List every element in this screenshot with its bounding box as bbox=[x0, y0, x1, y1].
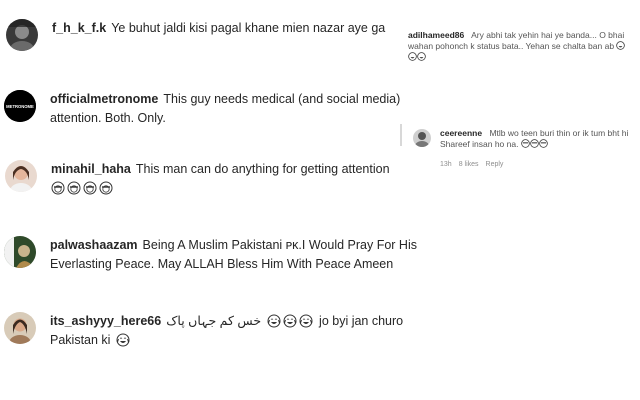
tears-of-joy-icon bbox=[299, 314, 313, 328]
comment-time: 13h bbox=[440, 161, 452, 168]
comment-4: palwashaazam Being A Muslim Pakistani ᴘᴋ.… bbox=[4, 236, 420, 274]
username[interactable]: adilhameed86 bbox=[408, 30, 464, 40]
side-comment-2: ceereenne Mtlb wo teen buri thin or ik t… bbox=[440, 128, 630, 150]
monkey-face-icon bbox=[521, 139, 530, 148]
username[interactable]: minahil_haha bbox=[51, 162, 131, 176]
comment-5: its_ashyyy_here66 خس کم جہاں پاک jo byi j… bbox=[4, 312, 440, 350]
monkey-face-icon bbox=[67, 181, 81, 195]
profile-photo-icon bbox=[5, 160, 37, 192]
monkey-face-icon bbox=[83, 181, 97, 195]
monkey-face-icon bbox=[530, 139, 539, 148]
reply-button[interactable]: Reply bbox=[486, 161, 504, 168]
username[interactable]: ceereenne bbox=[440, 128, 482, 138]
emoji-row bbox=[51, 181, 113, 195]
emoji-row bbox=[116, 333, 130, 347]
comment-text-urdu: خس کم جہاں پاک bbox=[166, 314, 262, 328]
tears-of-joy-icon bbox=[417, 52, 426, 61]
tears-of-joy-icon bbox=[116, 333, 130, 347]
avatar[interactable] bbox=[5, 160, 37, 192]
profile-photo-icon bbox=[6, 19, 38, 51]
username[interactable]: its_ashyyy_here66 bbox=[50, 314, 161, 328]
comment-text: Ye buhut jaldi kisi pagal khane mien naz… bbox=[111, 21, 386, 35]
avatar[interactable]: METRONOME bbox=[4, 90, 36, 122]
comment-2: METRONOME officialmetronome This guy need… bbox=[4, 90, 430, 128]
tears-of-joy-icon bbox=[283, 314, 297, 328]
tears-of-joy-icon bbox=[267, 314, 281, 328]
comment-text: This man can do anything for getting att… bbox=[135, 162, 390, 176]
username[interactable]: officialmetronome bbox=[50, 92, 158, 106]
profile-photo-icon bbox=[413, 129, 431, 147]
comment-meta: 13h 8 likes Reply bbox=[440, 161, 503, 168]
like-count[interactable]: 8 likes bbox=[459, 161, 479, 168]
tears-of-joy-icon bbox=[616, 41, 626, 50]
comment-text: jo byi jan churo bbox=[319, 314, 404, 328]
avatar[interactable] bbox=[413, 129, 431, 147]
tears-of-joy-icon bbox=[408, 52, 417, 61]
monkey-face-icon bbox=[539, 139, 548, 148]
username[interactable]: palwashaazam bbox=[50, 238, 138, 252]
metronome-logo-icon: METRONOME bbox=[4, 90, 36, 122]
avatar[interactable] bbox=[4, 312, 36, 344]
monkey-face-icon bbox=[51, 181, 65, 195]
username[interactable]: f_h_k_f.k bbox=[52, 21, 106, 35]
avatar[interactable] bbox=[6, 19, 38, 51]
svg-text:METRONOME: METRONOME bbox=[6, 104, 34, 109]
side-comment-1: adilhameed86 Ary abhi tak yehin hai ye b… bbox=[408, 30, 634, 63]
comment-3: minahil_haha This man can do anything for… bbox=[5, 160, 431, 198]
comment-1: f_h_k_f.k Ye buhut jaldi kisi pagal khane… bbox=[6, 19, 385, 51]
emoji-row bbox=[267, 314, 313, 328]
emoji-row bbox=[521, 139, 548, 149]
monkey-face-icon bbox=[99, 181, 113, 195]
profile-photo-icon bbox=[4, 312, 36, 344]
comment-text: Pakistan ki bbox=[50, 333, 111, 347]
profile-photo-icon bbox=[4, 236, 36, 268]
avatar[interactable] bbox=[4, 236, 36, 268]
reply-indicator bbox=[400, 124, 402, 146]
